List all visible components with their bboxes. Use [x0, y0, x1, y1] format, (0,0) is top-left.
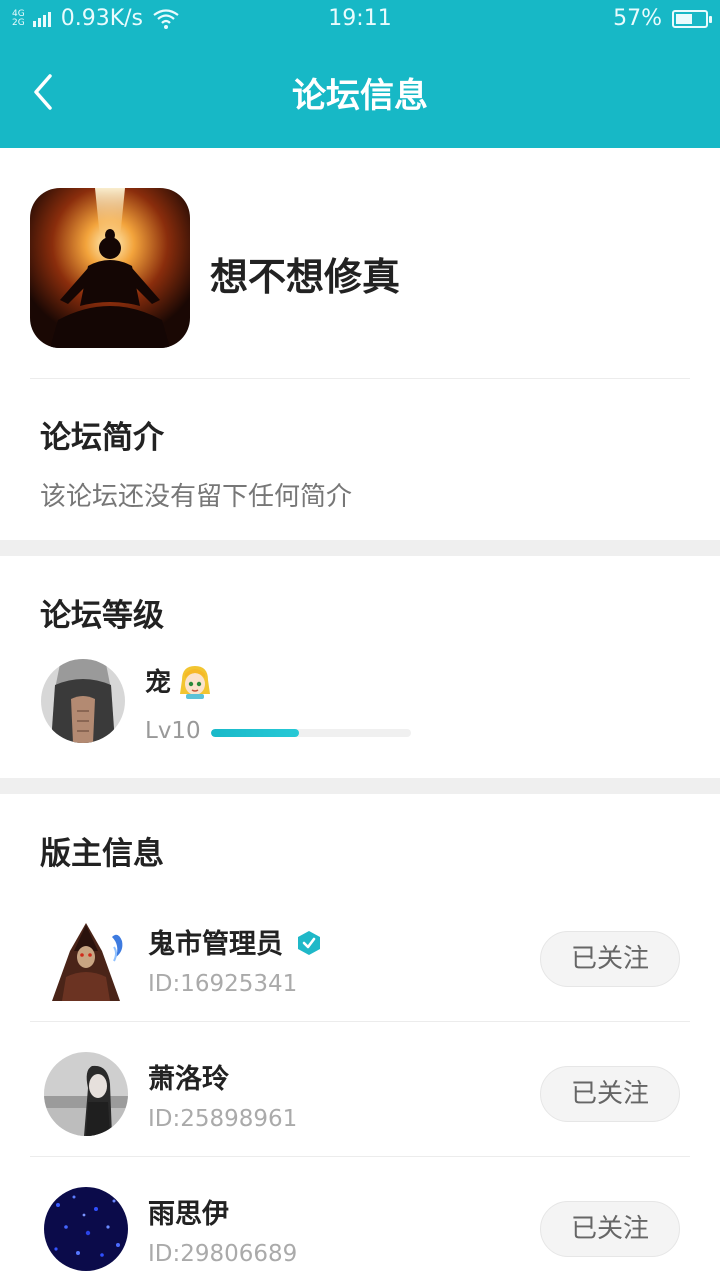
moderators-title: 版主信息 [40, 836, 164, 872]
divider [30, 1156, 690, 1157]
forum-icon [30, 188, 190, 348]
moderator-avatar[interactable] [44, 1187, 128, 1271]
app-header: 4G 2G 0.93K/s 19:11 57% 论坛信息 [0, 0, 720, 148]
intro-text: 该论坛还没有留下任何简介 [40, 482, 353, 512]
user-avatar[interactable] [41, 659, 125, 743]
divider [30, 378, 690, 379]
level-user-name: 宠 [145, 668, 172, 698]
verified-badge-icon [298, 931, 320, 955]
moderator-id: ID:16925341 [148, 971, 298, 997]
intro-title: 论坛简介 [40, 420, 164, 456]
follow-button[interactable]: 已关注 [540, 1066, 680, 1122]
section-gap [0, 540, 720, 556]
moderator-id: ID:29806689 [148, 1241, 298, 1267]
moderator-name: 萧洛玲 [148, 1064, 229, 1095]
level-title: 论坛等级 [40, 598, 164, 634]
level-progress-bar [211, 729, 411, 737]
level-label: Lv10 [145, 718, 201, 744]
status-time: 19:11 [328, 6, 392, 31]
moderator-id: ID:25898961 [148, 1106, 298, 1132]
battery-icon [672, 9, 712, 28]
section-gap [0, 778, 720, 794]
moderator-avatar[interactable] [44, 917, 128, 1001]
battery-fill [676, 13, 692, 24]
status-right: 57% [613, 6, 712, 31]
follow-button[interactable]: 已关注 [540, 1201, 680, 1257]
page-title: 论坛信息 [292, 76, 428, 116]
level-badge-icon [180, 666, 210, 699]
status-bar: 4G 2G 0.93K/s 19:11 57% [0, 0, 720, 40]
level-progress-fill [211, 729, 299, 737]
moderator-name: 鬼市管理员 [148, 929, 283, 960]
battery-percent: 57% [613, 6, 662, 31]
forum-name: 想不想修真 [210, 255, 401, 299]
moderator-avatar[interactable] [44, 1052, 128, 1136]
divider [30, 1021, 690, 1022]
follow-button[interactable]: 已关注 [540, 931, 680, 987]
moderator-name: 雨思伊 [148, 1199, 229, 1230]
